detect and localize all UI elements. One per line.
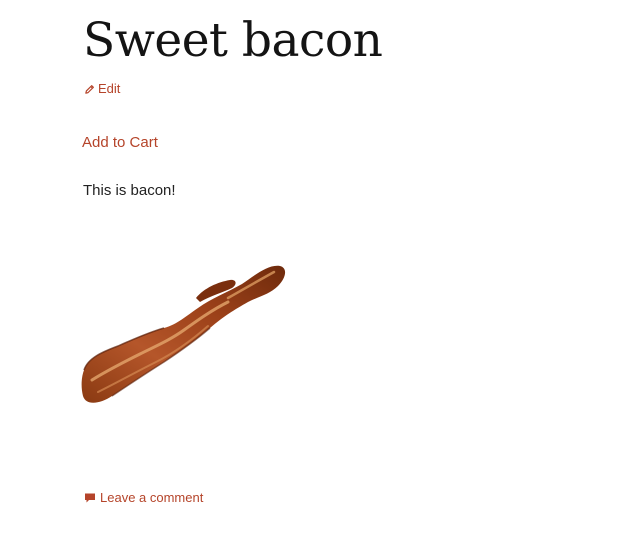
leave-comment-link[interactable]: Leave a comment	[84, 490, 203, 506]
comment-label: Leave a comment	[100, 490, 204, 505]
page-title: Sweet bacon	[83, 13, 383, 68]
product-description: This is bacon!	[83, 182, 176, 199]
edit-label: Edit	[98, 81, 121, 96]
bacon-image	[78, 258, 290, 408]
edit-link[interactable]: Edit	[84, 81, 120, 97]
add-to-cart-link[interactable]: Add to Cart	[82, 133, 158, 152]
pencil-icon	[84, 84, 95, 95]
comment-bubble-icon	[84, 492, 96, 504]
